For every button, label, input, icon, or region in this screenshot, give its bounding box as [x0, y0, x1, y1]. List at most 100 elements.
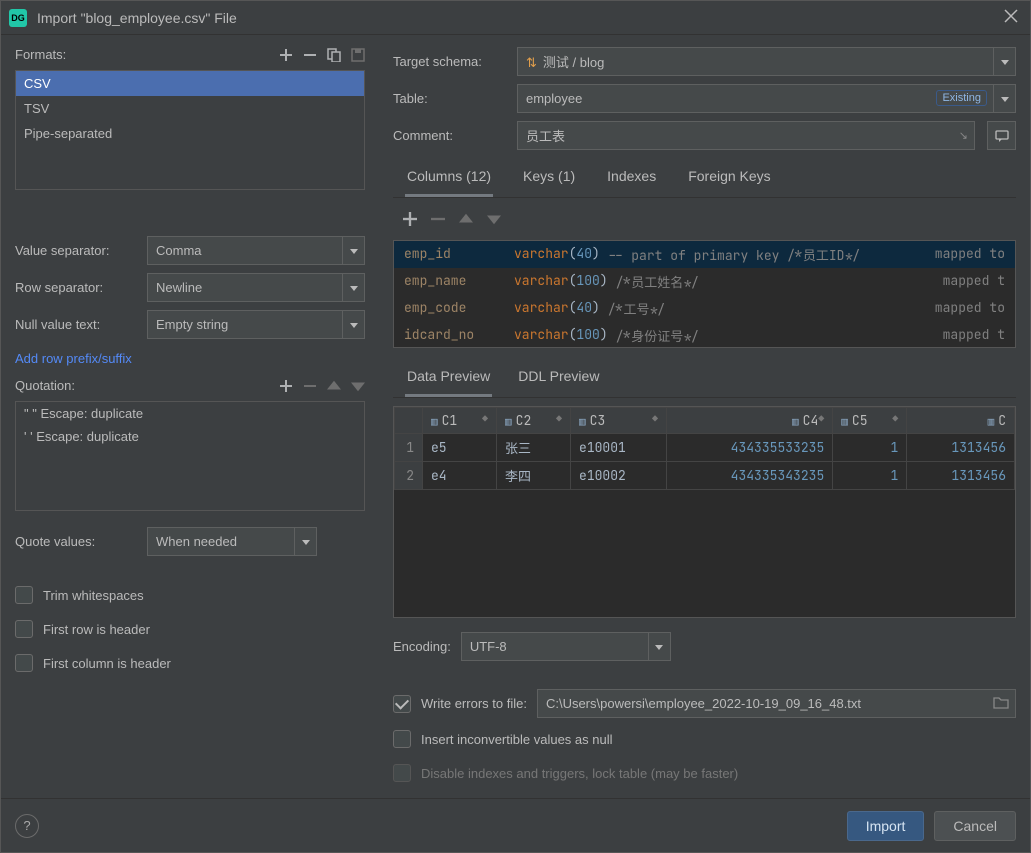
- import-button[interactable]: Import: [847, 811, 925, 841]
- remove-quotation-button[interactable]: [303, 379, 317, 393]
- first-row-header-checkbox[interactable]: [15, 620, 33, 638]
- titlebar: DG Import "blog_employee.csv" File: [1, 1, 1030, 35]
- remove-column-button[interactable]: [431, 212, 445, 226]
- tab-foreign-keys[interactable]: Foreign Keys: [686, 162, 772, 197]
- value-separator-combo[interactable]: Comma: [147, 236, 365, 265]
- column-row[interactable]: idcard_no varchar(100) /*身份证号*/ mapped t: [394, 322, 1015, 348]
- format-item-csv[interactable]: CSV: [16, 71, 364, 96]
- quotation-list[interactable]: " " Escape: duplicate ' ' Escape: duplic…: [15, 401, 365, 511]
- down-quotation-button[interactable]: [351, 379, 365, 393]
- quote-values-combo[interactable]: When needed: [147, 527, 317, 556]
- window-title: Import "blog_employee.csv" File: [37, 10, 1000, 26]
- comment-input[interactable]: 员工表 ↘: [517, 121, 975, 150]
- col-header[interactable]: ▥C: [907, 408, 1015, 434]
- add-prefix-suffix-link[interactable]: Add row prefix/suffix: [15, 347, 365, 370]
- save-format-button[interactable]: [351, 48, 365, 62]
- chevron-up-icon: [459, 212, 473, 226]
- columns-tabset: Columns (12) Keys (1) Indexes Foreign Ke…: [393, 158, 1016, 198]
- add-quotation-button[interactable]: [279, 379, 293, 393]
- format-item-pipe[interactable]: Pipe-separated: [16, 121, 364, 146]
- formats-list[interactable]: CSV TSV Pipe-separated: [15, 70, 365, 190]
- up-quotation-button[interactable]: [327, 379, 341, 393]
- minus-icon: [303, 48, 317, 62]
- chevron-down-icon: [294, 528, 316, 555]
- target-schema-combo[interactable]: ⇅测试 / blog: [517, 47, 1016, 76]
- null-value-label: Null value text:: [15, 317, 137, 332]
- tab-columns[interactable]: Columns (12): [405, 162, 493, 197]
- chevron-down-icon: [487, 212, 501, 226]
- write-errors-checkbox[interactable]: [393, 695, 411, 713]
- chevron-down-icon: [993, 48, 1015, 75]
- col-header[interactable]: ▥C5◆: [833, 408, 907, 434]
- encoding-combo[interactable]: UTF-8: [461, 632, 671, 661]
- value-separator-label: Value separator:: [15, 243, 137, 258]
- browse-button[interactable]: [993, 695, 1009, 712]
- comment-dialog-button[interactable]: [987, 121, 1016, 150]
- formats-label: Formats:: [15, 47, 66, 62]
- column-icon: ▥: [792, 415, 799, 429]
- rownum-header: [395, 408, 423, 434]
- null-value-combo[interactable]: Empty string: [147, 310, 365, 339]
- plus-icon: [279, 48, 293, 62]
- insert-null-label: Insert inconvertible values as null: [421, 732, 613, 747]
- col-header[interactable]: ▥C3◆: [571, 408, 667, 434]
- quote-values-label: Quote values:: [15, 534, 137, 549]
- up-column-button[interactable]: [459, 212, 473, 226]
- table-row[interactable]: 1 e5 张三 e10001 434335533235 1 1313456: [395, 434, 1015, 462]
- format-item-tsv[interactable]: TSV: [16, 96, 364, 121]
- col-header[interactable]: ▥C2◆: [497, 408, 571, 434]
- disable-indexes-checkbox: [393, 764, 411, 782]
- column-row[interactable]: emp_id varchar(40) -- part of primary ke…: [394, 241, 1015, 268]
- col-header[interactable]: ▥C1◆: [423, 408, 497, 434]
- tab-indexes[interactable]: Indexes: [605, 162, 658, 197]
- first-col-header-checkbox[interactable]: [15, 654, 33, 672]
- left-panel: Formats: CSV TSV Pipe-separated Value se…: [1, 35, 379, 798]
- plus-icon: [279, 379, 293, 393]
- col-header[interactable]: ▥C4◆: [666, 408, 832, 434]
- schema-icon: ⇅: [526, 55, 537, 70]
- tab-ddl-preview[interactable]: DDL Preview: [516, 362, 601, 397]
- cancel-button[interactable]: Cancel: [934, 811, 1016, 841]
- down-column-button[interactable]: [487, 212, 501, 226]
- import-dialog: DG Import "blog_employee.csv" File Forma…: [0, 0, 1031, 853]
- copy-format-button[interactable]: [327, 48, 341, 62]
- write-errors-label: Write errors to file:: [421, 696, 527, 711]
- folder-icon: [993, 695, 1009, 709]
- expand-icon[interactable]: ↘: [959, 129, 968, 142]
- column-icon: ▥: [505, 415, 512, 429]
- table-row[interactable]: 2 e4 李四 e10002 434335343235 1 1313456: [395, 462, 1015, 490]
- data-preview-table[interactable]: ▥C1◆ ▥C2◆ ▥C3◆ ▥C4◆ ▥C5◆ ▥C 1 e5 张三: [393, 406, 1016, 618]
- column-row[interactable]: emp_name varchar(100) /*员工姓名*/ mapped t: [394, 268, 1015, 295]
- close-button[interactable]: [1000, 5, 1022, 30]
- chat-icon: [994, 128, 1010, 144]
- chevron-down-icon: [993, 85, 1015, 112]
- disable-indexes-label: Disable indexes and triggers, lock table…: [421, 766, 738, 781]
- quotation-item[interactable]: ' ' Escape: duplicate: [16, 425, 364, 448]
- encoding-label: Encoding:: [393, 639, 451, 654]
- insert-null-checkbox[interactable]: [393, 730, 411, 748]
- add-format-button[interactable]: [279, 48, 293, 62]
- column-icon: ▥: [579, 415, 586, 429]
- table-combo[interactable]: employee Existing: [517, 84, 1016, 113]
- row-separator-label: Row separator:: [15, 280, 137, 295]
- columns-list[interactable]: emp_id varchar(40) -- part of primary ke…: [393, 240, 1016, 348]
- add-column-button[interactable]: [403, 212, 417, 226]
- quotation-item[interactable]: " " Escape: duplicate: [16, 402, 364, 425]
- error-file-path-input[interactable]: C:\Users\powersi\employee_2022-10-19_09_…: [537, 689, 1016, 718]
- help-button[interactable]: ?: [15, 814, 39, 838]
- preview-tabset: Data Preview DDL Preview: [393, 356, 1016, 398]
- first-col-header-label: First column is header: [43, 656, 171, 671]
- trim-whitespace-checkbox[interactable]: [15, 586, 33, 604]
- row-separator-combo[interactable]: Newline: [147, 273, 365, 302]
- tab-keys[interactable]: Keys (1): [521, 162, 577, 197]
- close-icon: [1004, 9, 1018, 23]
- table-header-row: ▥C1◆ ▥C2◆ ▥C3◆ ▥C4◆ ▥C5◆ ▥C: [395, 408, 1015, 434]
- remove-format-button[interactable]: [303, 48, 317, 62]
- tab-data-preview[interactable]: Data Preview: [405, 362, 492, 397]
- chevron-down-icon: [648, 633, 670, 660]
- trim-whitespace-label: Trim whitespaces: [43, 588, 144, 603]
- column-row[interactable]: emp_code varchar(40) /*工号*/ mapped to: [394, 295, 1015, 322]
- comment-label: Comment:: [393, 128, 505, 143]
- dialog-footer: ? Import Cancel: [1, 798, 1030, 852]
- chevron-down-icon: [342, 311, 364, 338]
